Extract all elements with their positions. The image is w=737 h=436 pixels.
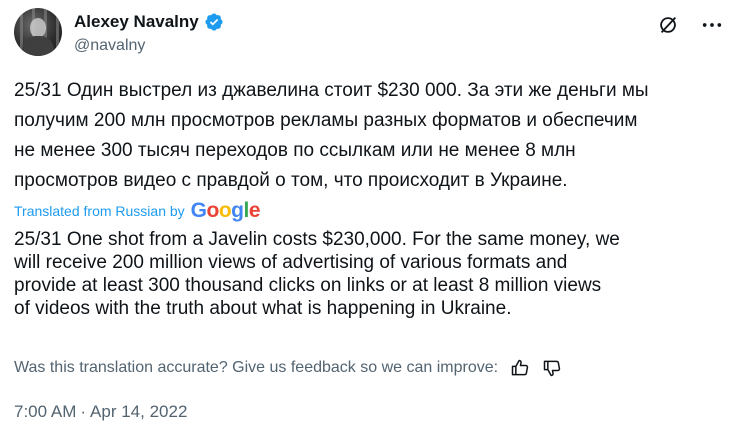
tweet-timestamp[interactable]: 7:00 AM · Apr 14, 2022 [14,402,187,422]
avatar-face [30,18,46,38]
thumbs-up-icon[interactable] [510,358,530,378]
tweet-time: 7:00 AM [14,402,77,421]
google-logo-letter: G [190,199,207,222]
google-logo-letter: o [206,199,220,222]
timestamp-separator: · [80,402,87,421]
tweet-date: Apr 14, 2022 [90,402,188,421]
grok-icon[interactable] [657,14,679,36]
translation-line: provide at least 300 thousand clicks on … [14,275,602,296]
thumbs-down-icon[interactable] [542,358,562,378]
verified-badge-icon [205,13,223,31]
avatar-bar [56,8,59,56]
google-logo-letter: e [248,199,261,222]
original-line: не менее 300 тысяч переходов по ссылкам … [14,140,576,161]
author-name[interactable]: Alexey Navalny [74,12,199,32]
translated-label[interactable]: Translated from Russian by [14,203,185,219]
tweet-header: Alexey Navalny @navalny [14,6,723,60]
tweet-translation-text: 25/31 One shot from a Javelin costs $230… [14,228,723,320]
translation-line: of videos with the truth about what is h… [14,298,512,319]
translation-attribution: Translated from Russian by Google [14,199,261,223]
original-line: просмотров видео с правдой о том, что пр… [14,170,568,191]
translation-line: 25/31 One shot from a Javelin costs $230… [14,229,620,250]
google-logo-letter: o [218,199,232,222]
author-handle[interactable]: @navalny [74,37,145,55]
more-options-icon[interactable] [701,14,723,36]
translation-feedback: Was this translation accurate? Give us f… [14,358,562,378]
google-logo-letter: g [231,199,244,222]
original-line: получим 200 млн просмотров рекламы разны… [14,110,638,131]
avatar-body [22,36,54,56]
feedback-prompt: Was this translation accurate? Give us f… [14,359,499,376]
top-actions [657,14,723,36]
avatar[interactable] [14,8,62,56]
google-logo: Google [190,199,261,223]
original-line: 25/31 Один выстрел из джавелина стоит $2… [14,80,649,101]
tweet-original-text: 25/31 Один выстрел из джавелина стоит $2… [14,76,723,196]
name-row: Alexey Navalny [74,12,224,32]
translation-line: will receive 200 million views of advert… [14,252,568,273]
